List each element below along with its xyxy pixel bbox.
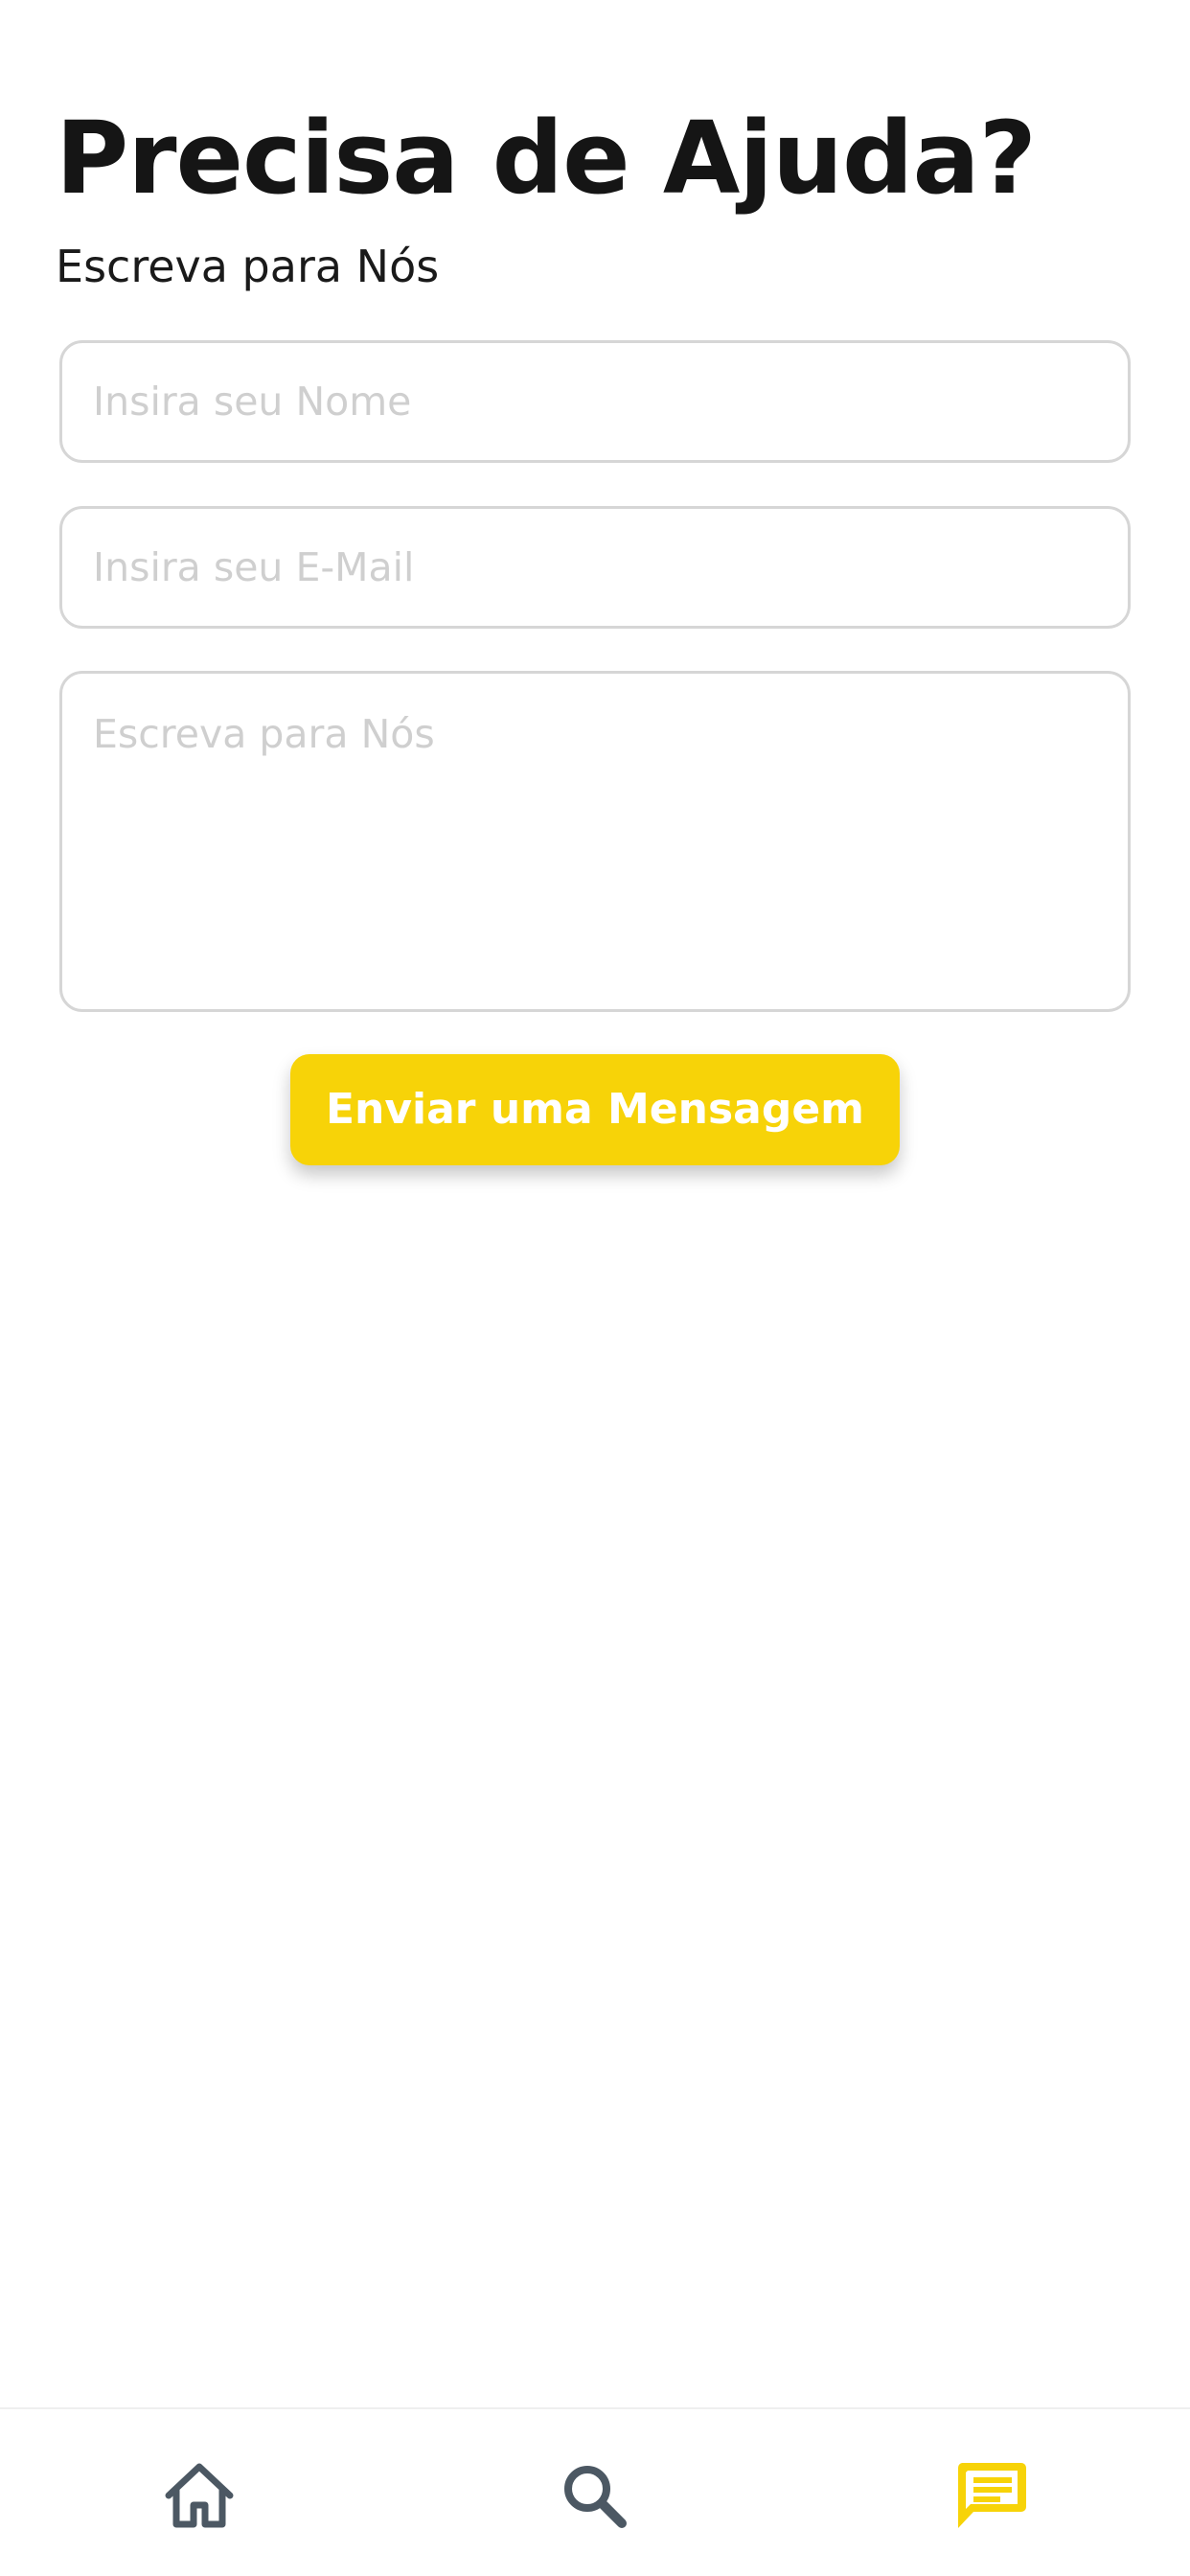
send-message-button[interactable]: Enviar uma Mensagem: [290, 1054, 900, 1165]
page-title: Precisa de Ajuda?: [56, 100, 1037, 217]
message-textarea[interactable]: [59, 671, 1131, 1012]
name-input[interactable]: [59, 340, 1131, 463]
message-icon: [957, 2463, 1026, 2528]
home-icon: [165, 2463, 234, 2528]
nav-item-search[interactable]: [546, 2448, 642, 2543]
search-icon: [564, 2466, 627, 2528]
email-input[interactable]: [59, 506, 1131, 629]
nav-item-messages[interactable]: [944, 2448, 1040, 2543]
bottom-navigation: [0, 2407, 1190, 2576]
page-subtitle: Escreva para Nós: [56, 241, 440, 292]
nav-item-home[interactable]: [151, 2448, 247, 2543]
help-screen: Precisa de Ajuda? Escreva para Nós Envia…: [0, 0, 1190, 2576]
